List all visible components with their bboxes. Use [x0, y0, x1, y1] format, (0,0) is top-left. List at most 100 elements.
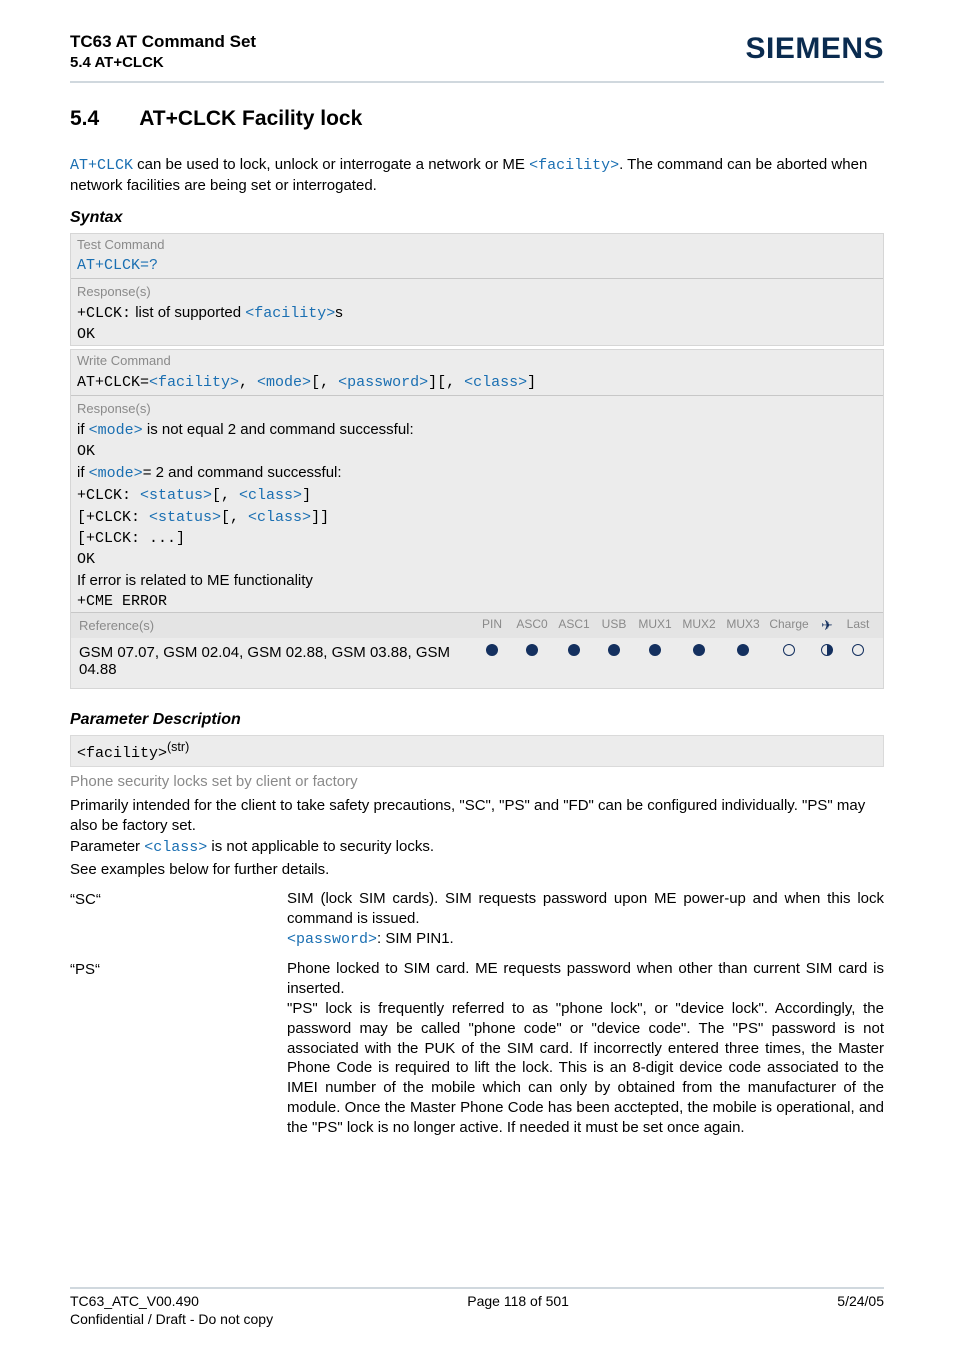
wr-l5-prefix: [+CLCK: [77, 509, 149, 526]
resp-suffix: s [335, 304, 343, 321]
dot-last [841, 644, 875, 659]
intro-facility[interactable]: <facility> [529, 157, 619, 174]
param-p2a: Parameter [70, 838, 144, 855]
param-p2b: is not applicable to security locks. [207, 838, 434, 855]
col-plane-icon: ✈ [813, 617, 841, 634]
col-mux3: MUX3 [721, 617, 765, 634]
wr-class-a[interactable]: <class> [239, 487, 302, 504]
wr-l2b: = 2 and command successful: [143, 464, 342, 481]
footer-center: Page 118 of 501 [467, 1293, 569, 1309]
test-command-cmd: AT+CLCK=? [71, 255, 883, 276]
def-ps: Phone locked to SIM card. ME requests pa… [287, 959, 884, 1137]
def-sc: SIM (lock SIM cards). SIM requests passw… [287, 889, 884, 949]
write-password[interactable]: <password> [338, 374, 428, 391]
dot-mux1 [633, 644, 677, 659]
wr-l5-suffix: ]] [311, 509, 329, 526]
wr-l1a: if [77, 421, 89, 438]
header-rule [70, 81, 884, 83]
def-sc-text: SIM (lock SIM cards). SIM requests passw… [287, 890, 884, 927]
section-title: AT+CLCK Facility lock [139, 107, 362, 131]
write-resp-2: if <mode>= 2 and command successful: [71, 462, 883, 484]
write-resp-4: [+CLCK: <status>[, <class>]] [71, 506, 883, 528]
reference-values: GSM 07.07, GSM 02.04, GSM 02.88, GSM 03.… [79, 644, 473, 678]
param-p3: See examples below for further details. [70, 860, 884, 880]
col-last: Last [841, 617, 875, 634]
dot-usb [595, 644, 633, 659]
wr-mode-b[interactable]: <mode> [89, 465, 143, 482]
write-resp-3: +CLCK: <status>[, <class>] [71, 484, 883, 506]
dot-mux3 [721, 644, 765, 659]
write-err-1: If error is related to ME functionality [71, 570, 883, 591]
dot-mux2 [677, 644, 721, 659]
dot-plane [813, 644, 841, 659]
section-number: 5.4 [70, 107, 99, 131]
col-mux2: MUX2 [677, 617, 721, 634]
syntax-heading: Syntax [70, 209, 884, 227]
dot-asc1 [553, 644, 595, 659]
write-cmd-prefix: AT+CLCK= [77, 374, 149, 391]
write-resp-5: [+CLCK: ...] [71, 528, 883, 549]
wr-l2a: if [77, 464, 89, 481]
param-p2: Parameter <class> is not applicable to s… [70, 837, 884, 858]
intro-text-a: can be used to lock, unlock or interroga… [133, 156, 529, 173]
brand-logo: SIEMENS [745, 32, 884, 66]
wr-status-a[interactable]: <status> [140, 487, 212, 504]
test-command-label: Test Command [71, 234, 883, 255]
matrix-columns: PIN ASC0 ASC1 USB MUX1 MUX2 MUX3 Charge … [473, 617, 875, 634]
write-class[interactable]: <class> [464, 374, 527, 391]
footer-sub: Confidential / Draft - Do not copy [70, 1311, 884, 1327]
intro-paragraph: AT+CLCK can be used to lock, unlock or i… [70, 155, 884, 195]
dot-asc0 [511, 644, 553, 659]
write-command-cmd: AT+CLCK=<facility>, <mode>[, <password>]… [71, 371, 883, 393]
write-command-panel: Write Command AT+CLCK=<facility>, <mode>… [70, 349, 884, 689]
wr-mode-a[interactable]: <mode> [89, 422, 143, 439]
col-mux1: MUX1 [633, 617, 677, 634]
def-sc-pw-val: : SIM PIN1. [377, 930, 454, 947]
matrix-header: Reference(s) PIN ASC0 ASC1 USB MUX1 MUX2… [71, 612, 883, 638]
doc-title: TC63 AT Command Set [70, 32, 256, 52]
def-sc-password[interactable]: <password> [287, 931, 377, 948]
test-command-ok: OK [71, 324, 883, 345]
param-class-link[interactable]: <class> [144, 839, 207, 856]
term-ps: “PS“ [70, 959, 269, 1137]
param-facility-box: <facility>(str) [70, 735, 884, 767]
parameter-description-heading: Parameter Description [70, 711, 884, 729]
test-command-resp-label: Response(s) [71, 281, 883, 302]
dot-pin [473, 644, 511, 659]
write-err-2: +CME ERROR [71, 591, 883, 612]
footer-rule [70, 1287, 884, 1289]
reference-label: Reference(s) [79, 618, 473, 633]
footer-right: 5/24/05 [837, 1293, 884, 1309]
col-pin: PIN [473, 617, 511, 634]
write-ok-2: OK [71, 549, 883, 570]
dot-charge [765, 644, 813, 659]
matrix-body: GSM 07.07, GSM 02.04, GSM 02.88, GSM 03.… [71, 638, 883, 688]
test-command-resp: +CLCK: list of supported <facility>s [71, 302, 883, 324]
doc-subtitle: 5.4 AT+CLCK [70, 54, 256, 71]
page-footer: TC63_ATC_V00.490 Page 118 of 501 5/24/05… [70, 1287, 884, 1327]
wr-status-b[interactable]: <status> [149, 509, 221, 526]
resp-text: list of supported [135, 304, 245, 321]
resp-facility[interactable]: <facility> [245, 305, 335, 322]
write-resp-1: if <mode> is not equal 2 and command suc… [71, 419, 883, 441]
wr-class-b[interactable]: <class> [248, 509, 311, 526]
resp-prefix: +CLCK: [77, 305, 131, 322]
write-mode[interactable]: <mode> [257, 374, 311, 391]
write-resp-label: Response(s) [71, 398, 883, 419]
definition-list: “SC“ SIM (lock SIM cards). SIM requests … [70, 889, 884, 1138]
write-command-label: Write Command [71, 350, 883, 371]
param-facility-sup: (str) [167, 740, 189, 754]
intro-cmd[interactable]: AT+CLCK [70, 157, 133, 174]
write-ok-1: OK [71, 441, 883, 462]
col-usb: USB [595, 617, 633, 634]
col-asc1: ASC1 [553, 617, 595, 634]
col-asc0: ASC0 [511, 617, 553, 634]
wr-l1b: is not equal 2 and command successful: [143, 421, 414, 438]
footer-left: TC63_ATC_V00.490 [70, 1293, 199, 1309]
test-command-panel: Test Command AT+CLCK=? Response(s) +CLCK… [70, 233, 884, 346]
write-facility[interactable]: <facility> [149, 374, 239, 391]
param-p1: Primarily intended for the client to tak… [70, 796, 884, 835]
col-charge: Charge [765, 617, 813, 634]
wr-l3-prefix: +CLCK: [77, 487, 140, 504]
param-facility-tag: <facility> [77, 745, 167, 762]
